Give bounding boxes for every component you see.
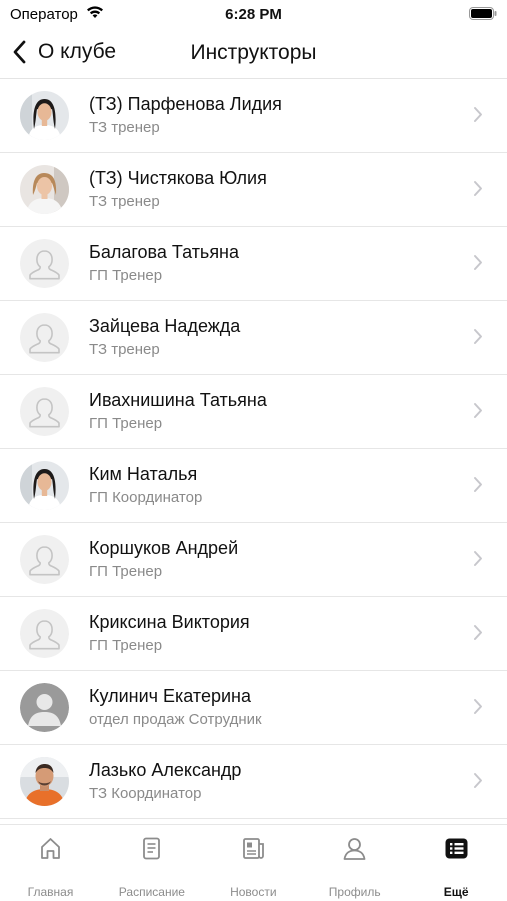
instructor-name: (ТЗ) Чистякова Юлия [89, 168, 267, 188]
instructor-row[interactable]: Зайцева Надежда ТЗ тренер [0, 301, 507, 375]
avatar [20, 91, 69, 140]
more-list-icon [445, 838, 468, 859]
chevron-right-icon [474, 699, 482, 714]
instructor-row[interactable]: Лазько Александр ТЗ Координатор [0, 745, 507, 819]
instructor-role: ГП Тренер [89, 563, 163, 580]
profile-icon [343, 838, 366, 860]
instructor-row[interactable]: (ТЗ) Чистякова Юлия ТЗ тренер [0, 153, 507, 227]
instructor-row[interactable]: Ким Наталья ГП Координатор [0, 449, 507, 523]
instructor-name: Ивахнишина Татьяна [89, 390, 267, 410]
instructor-name: Лазько Александр [89, 760, 242, 780]
chevron-right-icon [474, 181, 482, 196]
instructor-role: отдел продаж Сотрудник [89, 711, 262, 728]
tab-bar: Главная Расписание Новости Профиль Ещё [0, 824, 507, 901]
tab-label: Расписание [118, 885, 185, 899]
chevron-right-icon [474, 255, 482, 270]
schedule-icon [143, 837, 161, 860]
instructors-list[interactable]: (ТЗ) Парфенова Лидия ТЗ тренер (ТЗ) Чистяк… [0, 79, 507, 824]
instructor-role: ГП Тренер [89, 415, 163, 432]
avatar [20, 313, 69, 362]
navigation-bar: О клубе Инструкторы [0, 30, 507, 76]
tab-news[interactable]: Новости [203, 825, 304, 901]
instructor-role: ТЗ тренер [89, 193, 160, 210]
chevron-right-icon [474, 551, 482, 566]
page-title-text: Инструкторы [190, 41, 317, 64]
instructor-row[interactable]: Ивахнишина Татьяна ГП Тренер [0, 375, 507, 449]
status-bar: Оператор 6:28 PM [0, 0, 507, 30]
tab-more[interactable]: Ещё [406, 825, 507, 901]
instructor-name: (ТЗ) Парфенова Лидия [89, 94, 282, 114]
avatar [20, 609, 69, 658]
chevron-right-icon [474, 625, 482, 640]
tab-label: Профиль [328, 885, 381, 899]
tab-label: Новости [230, 885, 277, 899]
instructor-name: Криксина Виктория [89, 612, 250, 632]
avatar [20, 757, 69, 806]
tab-profile[interactable]: Профиль [304, 825, 405, 901]
instructor-role: ГП Координатор [89, 489, 203, 506]
avatar [20, 461, 69, 510]
instructor-name: Кулинич Екатерина [89, 686, 251, 706]
instructor-row[interactable]: (ТЗ) Парфенова Лидия ТЗ тренер [0, 79, 507, 153]
clock-label: 6:28 PM [225, 6, 282, 23]
avatar [20, 239, 69, 288]
instructor-row[interactable]: Криксина Виктория ГП Тренер [0, 597, 507, 671]
chevron-right-icon [474, 403, 482, 418]
chevron-right-icon [474, 329, 482, 344]
instructor-row[interactable]: Коршуков Андрей ГП Тренер [0, 523, 507, 597]
tab-schedule[interactable]: Расписание [101, 825, 202, 901]
instructor-name: Ким Наталья [89, 464, 198, 484]
chevron-right-icon [474, 773, 482, 788]
tab-label: Ещё [443, 885, 469, 899]
instructor-role: ТЗ тренер [89, 119, 160, 136]
avatar [20, 165, 69, 214]
instructor-row[interactable]: Балагова Татьяна ГП Тренер [0, 227, 507, 301]
battery-icon [469, 7, 497, 20]
tab-label: Главная [27, 885, 74, 899]
news-icon [242, 838, 264, 859]
page-title: Инструкторы [0, 41, 507, 65]
tab-home[interactable]: Главная [0, 825, 101, 901]
instructor-role: ГП Тренер [89, 267, 163, 284]
instructor-role: ГП Тренер [89, 637, 163, 654]
instructor-name: Коршуков Андрей [89, 538, 239, 558]
home-icon [41, 838, 60, 859]
chevron-right-icon [474, 107, 482, 122]
avatar [20, 535, 69, 584]
instructor-name: Балагова Татьяна [89, 242, 240, 262]
chevron-right-icon [474, 477, 482, 492]
avatar [20, 387, 69, 436]
avatar [20, 683, 69, 732]
instructor-role: ТЗ Координатор [89, 785, 202, 802]
instructor-role: ТЗ тренер [89, 341, 160, 358]
instructor-row[interactable]: Кулинич Екатерина отдел продаж Сотрудник [0, 671, 507, 745]
instructor-name: Зайцева Надежда [89, 316, 241, 336]
